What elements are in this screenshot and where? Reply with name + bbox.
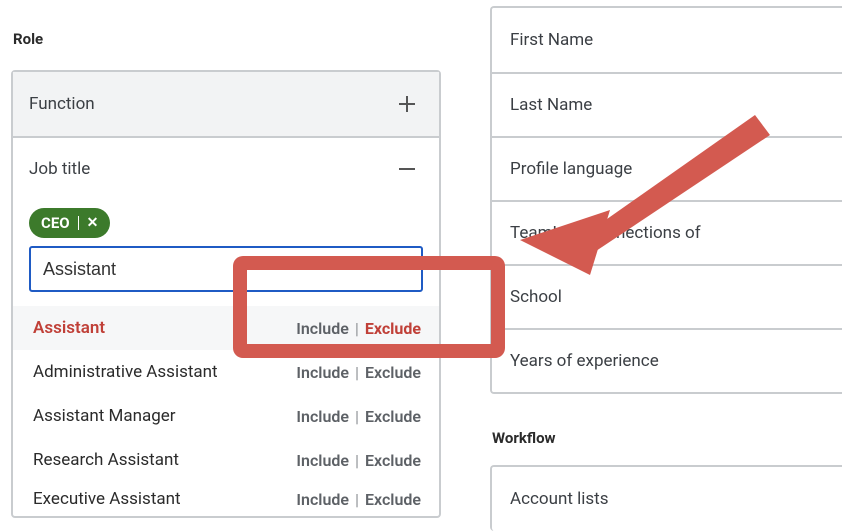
suggestion-list: Assistant Include | Exclude Administrati…	[13, 306, 439, 516]
right-filter-list: First Name Last Name Profile language Te…	[490, 6, 842, 394]
workflow-section-label: Workflow	[492, 429, 842, 447]
suggestion-label: Executive Assistant	[33, 489, 181, 509]
job-title-filter-header[interactable]: Job title	[13, 136, 439, 200]
function-filter-header[interactable]: Function	[13, 72, 439, 136]
suggestion-item[interactable]: Assistant Manager Include | Exclude	[13, 394, 439, 438]
suggestion-label: Administrative Assistant	[33, 362, 218, 382]
exclude-action[interactable]: Exclude	[365, 407, 421, 426]
action-separator: |	[355, 407, 359, 426]
job-title-chips: CEO ✕	[13, 200, 439, 242]
include-action[interactable]: Include	[296, 451, 349, 470]
include-action[interactable]: Include	[296, 407, 349, 426]
school-filter[interactable]: School	[492, 264, 842, 328]
plus-icon[interactable]	[393, 90, 421, 118]
exclude-action[interactable]: Exclude	[365, 319, 421, 338]
exclude-action[interactable]: Exclude	[365, 490, 421, 509]
suggestion-label: Assistant Manager	[33, 406, 176, 426]
include-action[interactable]: Include	[296, 363, 349, 382]
years-experience-filter[interactable]: Years of experience	[492, 328, 842, 392]
exclude-action[interactable]: Exclude	[365, 363, 421, 382]
chip-divider	[78, 216, 79, 230]
close-icon[interactable]: ✕	[87, 215, 99, 231]
role-section-label: Role	[13, 30, 469, 48]
teamlink-connections-filter[interactable]: TeamLink connections of	[492, 200, 842, 264]
suggestion-item[interactable]: Research Assistant Include | Exclude	[13, 438, 439, 482]
chip-ceo[interactable]: CEO ✕	[29, 208, 110, 238]
action-separator: |	[355, 490, 359, 509]
workflow-filter-list: Account lists	[490, 465, 842, 531]
suggestion-item[interactable]: Executive Assistant Include | Exclude	[13, 482, 439, 516]
suggestion-item[interactable]: Administrative Assistant Include | Exclu…	[13, 350, 439, 394]
account-lists-filter[interactable]: Account lists	[492, 467, 842, 531]
include-action[interactable]: Include	[296, 319, 349, 338]
last-name-filter[interactable]: Last Name	[492, 72, 842, 136]
first-name-filter[interactable]: First Name	[492, 8, 842, 72]
include-action[interactable]: Include	[296, 490, 349, 509]
profile-language-filter[interactable]: Profile language	[492, 136, 842, 200]
action-separator: |	[355, 363, 359, 382]
chip-label: CEO	[41, 214, 70, 232]
job-title-filter-label: Job title	[29, 159, 90, 179]
action-separator: |	[355, 451, 359, 470]
suggestion-label: Research Assistant	[33, 450, 179, 470]
function-filter-label: Function	[29, 94, 95, 114]
minus-icon[interactable]	[393, 155, 421, 183]
suggestion-label: Assistant	[33, 318, 105, 338]
exclude-action[interactable]: Exclude	[365, 451, 421, 470]
suggestion-item[interactable]: Assistant Include | Exclude	[13, 306, 439, 350]
filters-panel: Function Job title CEO ✕	[11, 70, 441, 518]
job-title-search-input[interactable]	[29, 246, 423, 292]
action-separator: |	[355, 319, 359, 338]
